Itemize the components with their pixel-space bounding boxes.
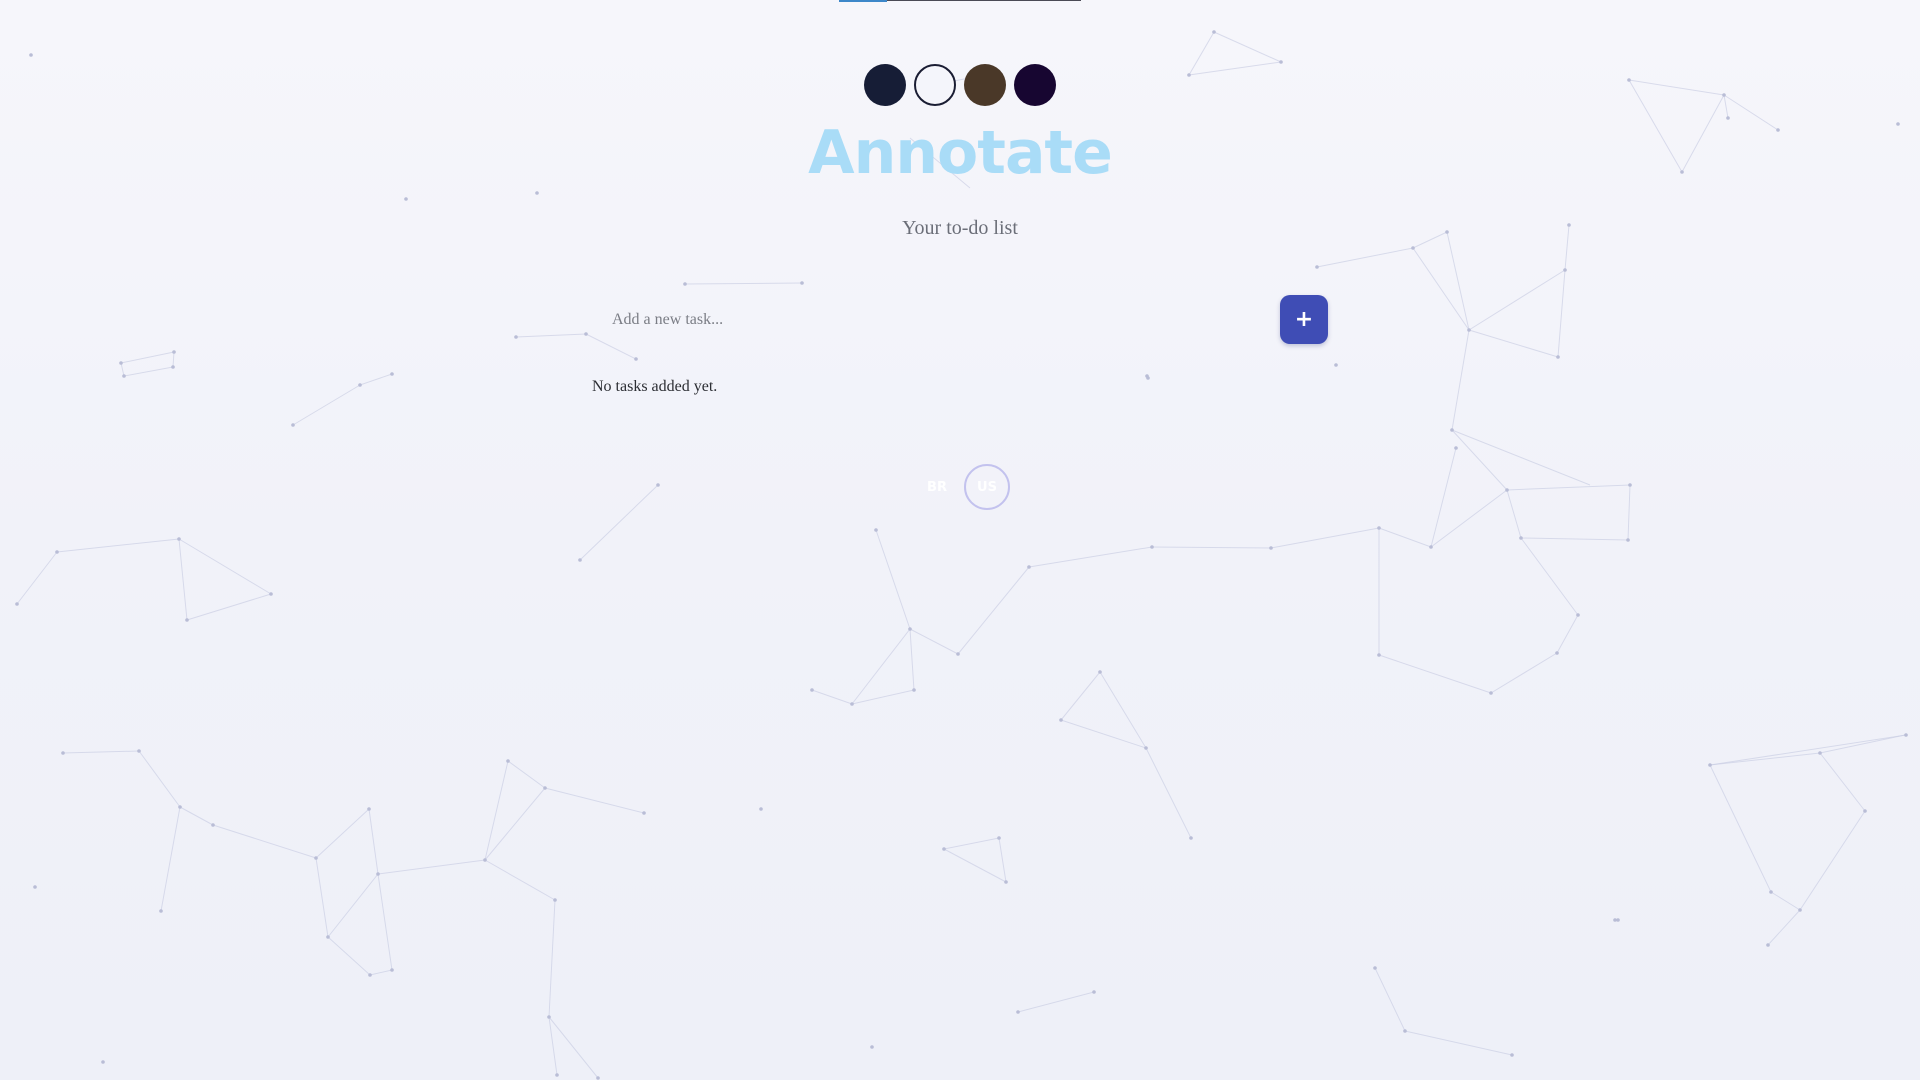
language-button-us[interactable]: US — [964, 464, 1010, 510]
language-switcher: BR US — [914, 464, 1010, 510]
theme-swatch-light[interactable] — [914, 64, 956, 106]
app-title: Annotate — [808, 118, 1113, 188]
add-task-form: + — [594, 295, 1328, 345]
empty-tasks-message: No tasks added yet. — [592, 378, 718, 395]
theme-swatch-dark-purple[interactable] — [1014, 64, 1056, 106]
add-task-button[interactable]: + — [1280, 295, 1328, 344]
app-subtitle: Your to-do list — [902, 217, 1018, 239]
new-task-input[interactable] — [594, 295, 1254, 345]
theme-swatch-dark-navy[interactable] — [864, 64, 906, 106]
theme-swatch-brown[interactable] — [964, 64, 1006, 106]
language-button-br[interactable]: BR — [914, 464, 960, 510]
theme-switcher — [864, 64, 1056, 106]
top-progress-fill — [839, 0, 887, 2]
